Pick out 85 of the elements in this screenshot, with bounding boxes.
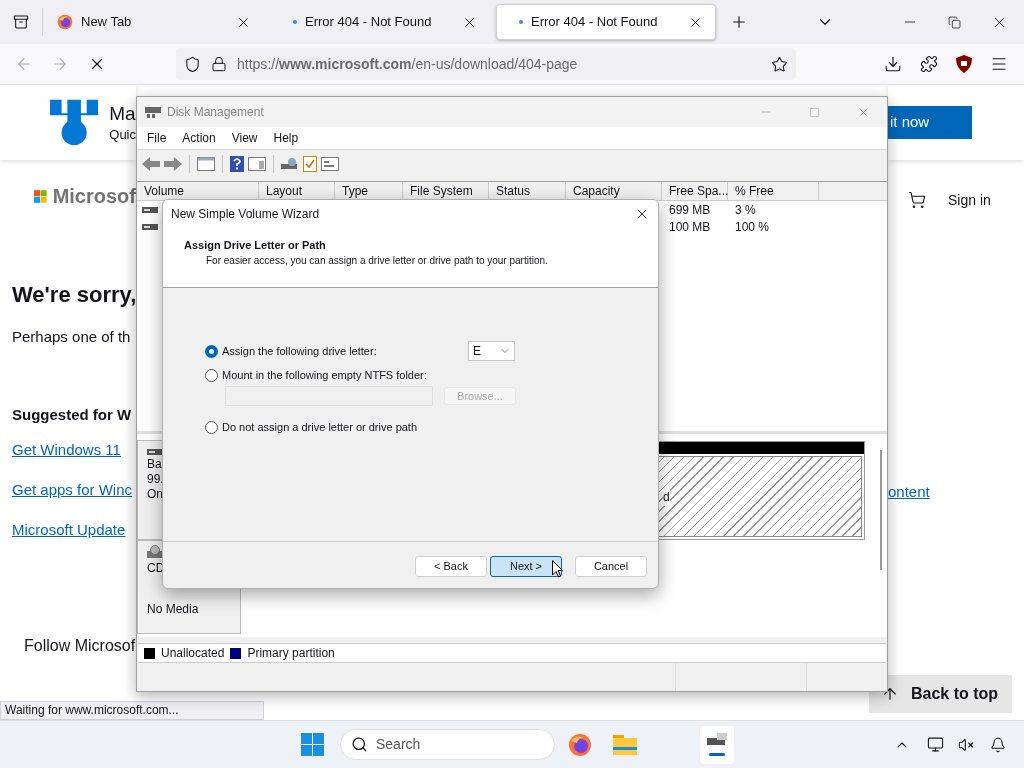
shield-icon[interactable] xyxy=(184,55,201,73)
address-bar[interactable]: https://www.microsoft.com/en-us/download/404-page xyxy=(176,48,796,80)
step-heading: Assign Drive Letter or Path xyxy=(184,238,327,253)
search-icon xyxy=(351,736,368,753)
site-title: Ma xyxy=(109,101,136,126)
section-heading: Suggested for W xyxy=(12,405,132,425)
volume-icon xyxy=(142,204,158,215)
sign-in-link[interactable]: Sign in xyxy=(948,189,991,211)
app-icon xyxy=(145,105,161,119)
wizard-button[interactable]: < Back xyxy=(415,556,487,577)
firefox-icon[interactable] xyxy=(57,14,73,30)
table-cell-text: 100 MB xyxy=(668,218,712,236)
network-icon[interactable] xyxy=(927,736,944,753)
dialog-title: New Simple Volume Wizard xyxy=(171,206,320,223)
browser-tab[interactable]: Error 404 - Not Found xyxy=(496,4,716,40)
brand-name: Microsof xyxy=(52,184,136,209)
legend-label: Primary partition xyxy=(247,645,335,662)
restore-icon[interactable] xyxy=(948,15,961,29)
disk-label-text: 99. xyxy=(147,472,165,487)
follow-text: Follow Microsof xyxy=(24,636,136,656)
radio-button[interactable] xyxy=(205,420,218,434)
browser-tab[interactable]: Error 404 - Not Found xyxy=(270,4,490,40)
partition-text: d xyxy=(663,487,670,506)
table-cell-text: 699 MB xyxy=(668,201,712,219)
firefox-icon[interactable] xyxy=(568,732,592,757)
disk-label-text: No Media xyxy=(147,602,200,617)
browser-tab[interactable]: New Tab xyxy=(44,4,264,40)
step-description: For easier access, you can assign a drive letter or drive path to your partition. xyxy=(205,254,549,268)
browser-status-text: Waiting for www.microsoft.com... xyxy=(0,701,264,720)
radio-button[interactable] xyxy=(205,368,218,382)
menu-item[interactable]: Help xyxy=(273,129,299,147)
lock-icon[interactable] xyxy=(211,56,227,72)
error-message: Perhaps one of th xyxy=(12,327,131,347)
radio-label[interactable]: Assign the following drive letter: xyxy=(222,342,468,360)
radio-label[interactable]: Mount in the following empty NTFS folder: xyxy=(222,366,468,384)
disk-label-text: On xyxy=(147,487,164,502)
radio-label[interactable]: Do not assign a drive letter or drive path xyxy=(222,418,468,436)
window-title: Disk Management xyxy=(167,104,264,121)
download-icon[interactable] xyxy=(884,55,902,73)
menu-icon[interactable] xyxy=(990,55,1008,73)
suggested-link[interactable]: Get Windows 11 xyxy=(12,439,121,461)
help-icon[interactable] xyxy=(230,155,244,172)
emblem-logo-icon[interactable] xyxy=(50,98,99,147)
error-heading: We're sorry, xyxy=(12,281,137,309)
volume-muted-icon[interactable] xyxy=(958,736,974,753)
extensions-icon[interactable] xyxy=(920,55,938,73)
volume-icon xyxy=(142,221,158,232)
properties-icon[interactable] xyxy=(321,156,339,171)
ublock-shield-icon[interactable] xyxy=(956,55,972,73)
cursor-icon xyxy=(552,560,563,578)
new-tab-icon[interactable] xyxy=(730,13,748,31)
taskbar-search[interactable]: Search xyxy=(340,729,555,760)
menu-item[interactable]: View xyxy=(231,129,258,147)
suggested-link[interactable]: Microsoft Update xyxy=(12,519,126,541)
action-pane-icon[interactable] xyxy=(248,156,266,171)
back-to-top-button[interactable]: Back to top xyxy=(869,675,1012,713)
legend-label: Unallocated xyxy=(161,645,225,662)
folder-icon[interactable] xyxy=(613,734,637,755)
wizard-button[interactable]: Cancel xyxy=(575,556,647,577)
drive-letter-dropdown[interactable]: E xyxy=(468,341,515,361)
content-link[interactable]: ontent xyxy=(888,481,1024,503)
wizard-button[interactable]: Next > xyxy=(490,556,562,577)
get-it-now-button[interactable]: it now xyxy=(888,106,972,139)
menu-item[interactable]: File xyxy=(147,129,167,147)
site-subtitle: Quic xyxy=(109,125,136,144)
disk-management-taskbar-icon[interactable] xyxy=(700,725,734,764)
checklist-icon[interactable] xyxy=(303,155,317,172)
scrollbar-thumb[interactable] xyxy=(880,450,882,570)
forward-arrow-icon[interactable] xyxy=(164,156,182,171)
table-cell-text: 3 % xyxy=(734,201,757,219)
menu-item[interactable]: Action xyxy=(182,129,216,147)
notification-bell-icon[interactable] xyxy=(990,736,1006,753)
back-arrow-icon[interactable] xyxy=(142,156,160,171)
suggested-link[interactable]: Get apps for Winc xyxy=(12,479,133,501)
bookmark-star-icon[interactable] xyxy=(771,55,788,73)
column-header[interactable]: % Free xyxy=(728,182,819,200)
table-cell-text: 100 % xyxy=(734,218,771,236)
column-header[interactable]: Free Spa... xyxy=(662,182,728,200)
cart-icon[interactable] xyxy=(908,191,926,209)
console-tree-icon[interactable] xyxy=(197,156,215,171)
tab-list-icon[interactable] xyxy=(13,14,29,30)
start-icon[interactable] xyxy=(301,733,324,756)
disk-search-icon[interactable] xyxy=(281,156,299,171)
disk-label-text: Ba xyxy=(147,457,163,472)
radio-button[interactable] xyxy=(205,344,218,358)
